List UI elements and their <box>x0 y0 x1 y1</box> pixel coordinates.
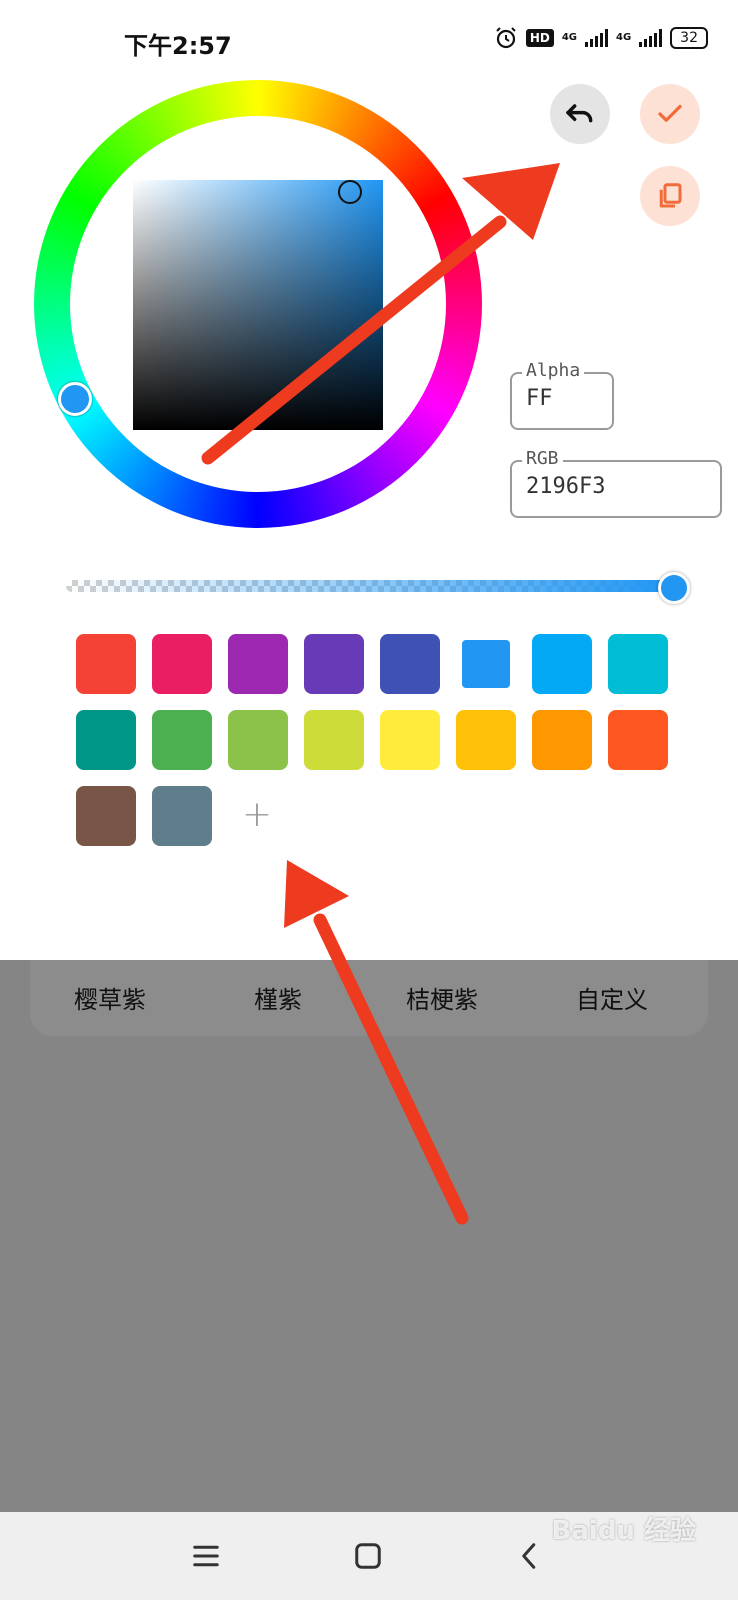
swatch[interactable] <box>380 634 440 694</box>
hd-badge: HD <box>525 29 554 47</box>
swatch[interactable] <box>152 710 212 770</box>
swatch[interactable] <box>304 634 364 694</box>
tab-hibiscus-purple[interactable]: 槿紫 <box>254 980 302 1015</box>
baidu-watermark: Baidu 经验 <box>551 1516 696 1546</box>
swatch[interactable] <box>608 634 668 694</box>
tab-bellflower-purple[interactable]: 桔梗紫 <box>406 980 478 1015</box>
undo-icon <box>566 104 593 123</box>
check-icon <box>658 104 682 122</box>
swatch-selected[interactable] <box>462 640 510 688</box>
status-time: 下午2:57 <box>124 32 232 60</box>
alpha-slider-track[interactable] <box>66 580 672 592</box>
saturation-value-square[interactable] <box>133 180 383 430</box>
rgb-label: RGB <box>522 448 563 469</box>
alpha-slider-thumb[interactable] <box>658 572 690 604</box>
hue-cursor[interactable] <box>58 382 92 416</box>
swatch[interactable] <box>76 786 136 846</box>
rgb-field[interactable]: RGB 2196F3 <box>510 448 722 518</box>
alpha-field[interactable]: Alpha FF <box>510 360 614 430</box>
swatch[interactable] <box>456 710 516 770</box>
alarm-icon <box>496 27 516 49</box>
menu-button[interactable] <box>186 1536 226 1576</box>
copy-icon <box>659 183 682 208</box>
home-icon <box>355 1543 381 1569</box>
signal-icon <box>585 29 608 47</box>
swatch[interactable] <box>228 634 288 694</box>
swatch[interactable] <box>152 786 212 846</box>
network-label-2: 4G <box>616 32 632 43</box>
network-label-1: 4G <box>561 32 577 43</box>
swatch[interactable] <box>532 710 592 770</box>
swatch[interactable] <box>532 634 592 694</box>
tab-primrose-purple[interactable]: 樱草紫 <box>74 980 146 1015</box>
home-button[interactable] <box>348 1536 388 1576</box>
signal-icon-2 <box>639 29 663 47</box>
alpha-value[interactable]: FF <box>526 386 553 411</box>
battery-indicator: 32 <box>670 27 708 49</box>
copy-button[interactable] <box>640 166 700 226</box>
status-icons: HD 4G 4G 32 <box>494 26 708 50</box>
menu-icon <box>193 1545 219 1567</box>
swatch[interactable] <box>152 634 212 694</box>
back-icon <box>522 1543 536 1569</box>
swatch[interactable] <box>304 710 364 770</box>
add-swatch-button[interactable]: + <box>240 797 274 833</box>
back-button[interactable] <box>510 1536 550 1576</box>
saturation-value-cursor[interactable] <box>338 180 362 204</box>
confirm-button[interactable] <box>640 84 700 144</box>
swatch[interactable] <box>76 710 136 770</box>
swatch[interactable] <box>228 710 288 770</box>
swatch[interactable] <box>380 710 440 770</box>
alpha-label: Alpha <box>522 360 585 381</box>
rgb-value[interactable]: 2196F3 <box>526 474 605 499</box>
undo-button[interactable] <box>550 84 610 144</box>
tab-custom[interactable]: 自定义 <box>576 980 648 1015</box>
swatch[interactable] <box>608 710 668 770</box>
dim-overlay[interactable] <box>0 960 738 1512</box>
swatch[interactable] <box>76 634 136 694</box>
